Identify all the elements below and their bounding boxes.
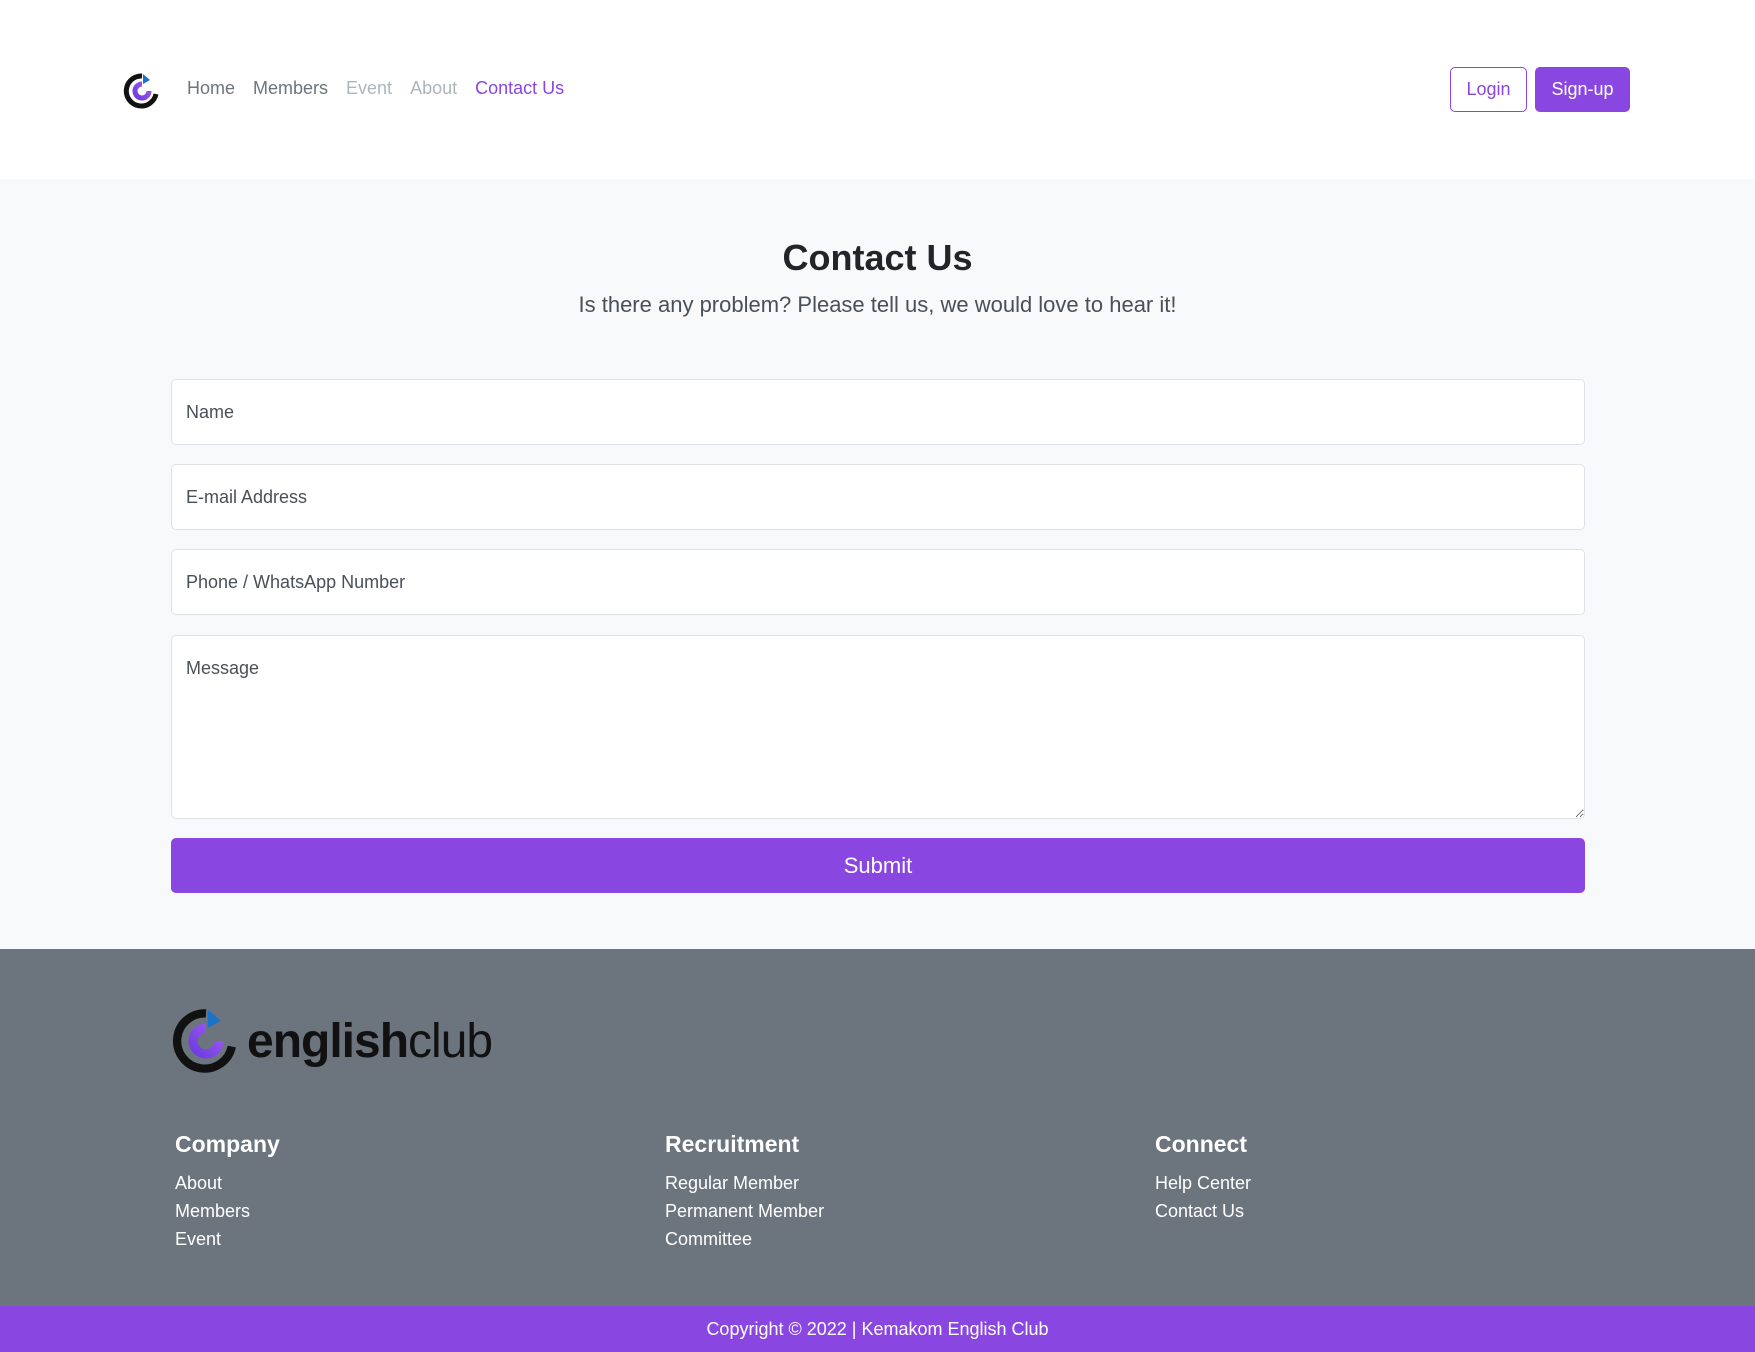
nav-link-about[interactable]: About xyxy=(410,78,457,99)
site-footer: english club Company About Members Event … xyxy=(0,949,1755,1306)
footer-link-contact-us[interactable]: Contact Us xyxy=(1155,1197,1251,1225)
nav-link-contact-us[interactable]: Contact Us xyxy=(475,78,564,99)
contact-section: Contact Us Is there any problem? Please … xyxy=(0,179,1755,949)
nav-link-members[interactable]: Members xyxy=(253,78,328,99)
copyright-text: Copyright © 2022 | Kemakom English Club xyxy=(706,1318,1049,1339)
footer-link-regular-member[interactable]: Regular Member xyxy=(665,1169,824,1197)
page-title: Contact Us xyxy=(782,237,973,278)
footer-link-event[interactable]: Event xyxy=(175,1225,280,1253)
footer-brand-logo: english club xyxy=(171,1004,493,1078)
login-button[interactable]: Login xyxy=(1450,67,1527,112)
footer-link-help-center[interactable]: Help Center xyxy=(1155,1169,1251,1197)
footer-column-recruitment: Recruitment Regular Member Permanent Mem… xyxy=(665,1131,824,1253)
footer-column-company: Company About Members Event xyxy=(175,1131,280,1253)
phone-field[interactable] xyxy=(171,549,1585,615)
submit-button[interactable]: Submit xyxy=(171,838,1585,893)
main-nav: Home Members Event About Contact Us xyxy=(187,78,564,99)
signup-button[interactable]: Sign-up xyxy=(1535,67,1630,112)
footer-link-committee[interactable]: Committee xyxy=(665,1225,824,1253)
footer-heading-company: Company xyxy=(175,1131,280,1157)
englishclub-logo-icon xyxy=(172,1009,236,1073)
footer-column-connect: Connect Help Center Contact Us xyxy=(1155,1131,1251,1225)
footer-heading-recruitment: Recruitment xyxy=(665,1131,800,1157)
footer-link-about[interactable]: About xyxy=(175,1169,280,1197)
footer-link-permanent-member[interactable]: Permanent Member xyxy=(665,1197,824,1225)
copyright-bar: Copyright © 2022 | Kemakom English Club xyxy=(0,1306,1755,1352)
message-field[interactable] xyxy=(171,635,1585,819)
brand-name-bold: english xyxy=(247,1014,409,1068)
nav-link-home[interactable]: Home xyxy=(187,78,235,99)
email-field[interactable] xyxy=(171,464,1585,530)
page-subtitle: Is there any problem? Please tell us, we… xyxy=(578,292,1177,317)
name-field[interactable] xyxy=(171,379,1585,445)
footer-heading-connect: Connect xyxy=(1155,1131,1247,1157)
nav-link-event[interactable]: Event xyxy=(346,78,392,99)
site-header: Home Members Event About Contact Us Logi… xyxy=(0,0,1755,179)
brand-name-light: club xyxy=(408,1014,493,1068)
englishclub-logo-icon[interactable] xyxy=(123,72,161,110)
footer-link-members[interactable]: Members xyxy=(175,1197,280,1225)
